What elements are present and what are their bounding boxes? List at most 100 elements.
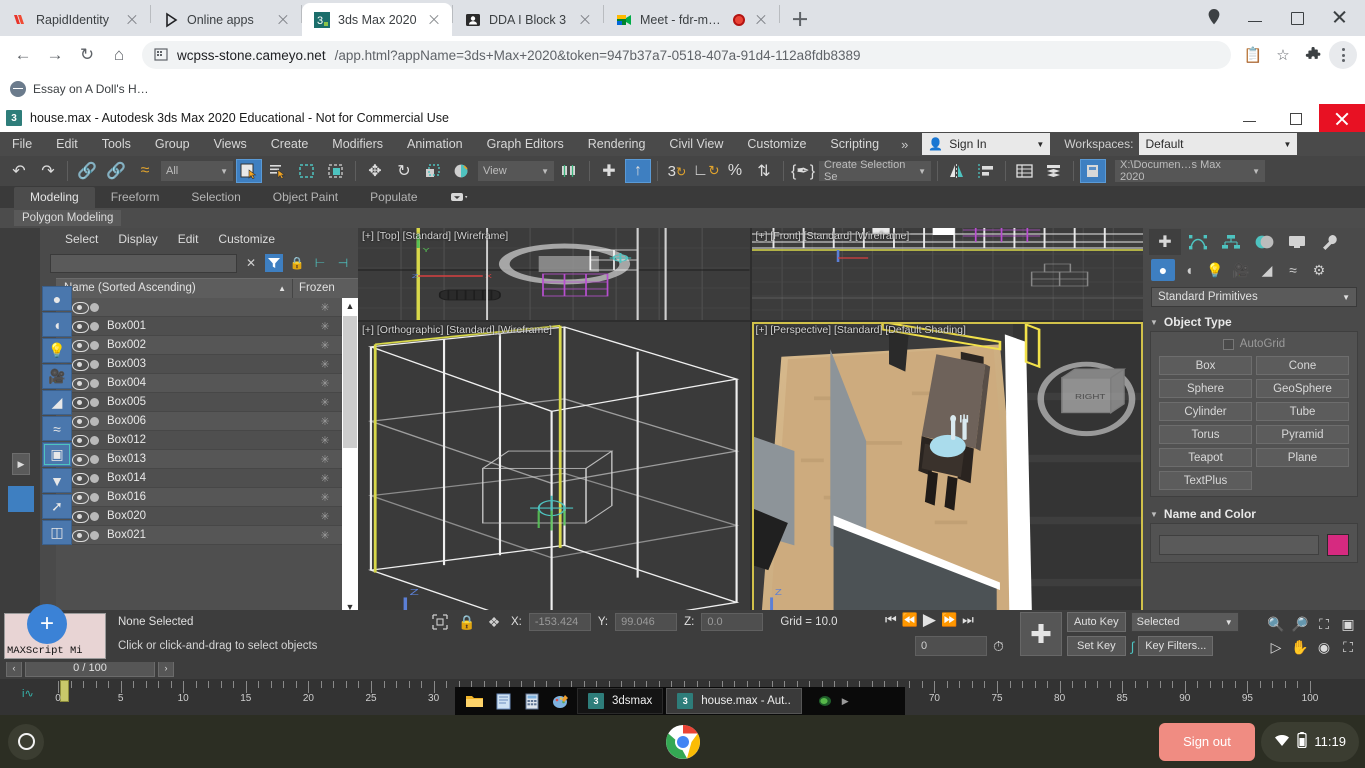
max-maximize-button[interactable]	[1273, 104, 1319, 132]
selection-filter-dropdown[interactable]: All ▼	[161, 161, 233, 181]
redo-icon[interactable]: ↷	[35, 159, 61, 183]
object-name-input[interactable]	[1159, 535, 1319, 555]
object-button-pyramid[interactable]: Pyramid	[1256, 425, 1349, 444]
object-marker-icon[interactable]	[90, 512, 99, 521]
percent-snap-angle-icon[interactable]: ∟↻	[693, 159, 719, 183]
object-marker-icon[interactable]	[90, 417, 99, 426]
zoom-all-icon[interactable]: 🔎	[1289, 614, 1311, 635]
taskbar-button-house-max[interactable]: 3 house.max - Aut..	[666, 688, 802, 714]
modify-tab[interactable]	[1182, 229, 1214, 255]
object-marker-icon[interactable]	[90, 303, 99, 312]
slate-material-editor-icon[interactable]	[1080, 159, 1106, 183]
object-button-box[interactable]: Box	[1159, 356, 1252, 375]
previous-frame-icon[interactable]: ⏪	[902, 612, 918, 628]
selection-lock-toggle-icon[interactable]	[430, 612, 450, 632]
use-center-icon[interactable]	[557, 159, 583, 183]
browser-close-button[interactable]	[1319, 2, 1359, 32]
undo-icon[interactable]: ↶	[6, 159, 32, 183]
column-header-name[interactable]: Name (Sorted Ascending)	[56, 279, 278, 298]
search-input[interactable]	[50, 254, 237, 273]
maxscript-mini-listener[interactable]: + MAXScript Mi	[4, 613, 106, 659]
spinner-snap-icon[interactable]: ⇅	[751, 159, 777, 183]
clear-search-icon[interactable]: ✕	[242, 254, 260, 272]
previous-frame-button[interactable]: ‹	[6, 660, 22, 677]
named-selection-set-input[interactable]: Create Selection Se ▼	[819, 161, 931, 181]
space-warps-filter-icon[interactable]: ≈	[42, 416, 72, 441]
visibility-eye-icon[interactable]	[72, 301, 87, 313]
geometry-category[interactable]: ●	[1151, 259, 1175, 281]
object-marker-icon[interactable]	[90, 455, 99, 464]
viewport-orthographic[interactable]: Z Y X [+] [Orthographic] [Standard] [Wir…	[358, 322, 750, 657]
object-marker-icon[interactable]	[90, 322, 99, 331]
zoom-icon[interactable]: 🔍	[1265, 614, 1287, 635]
table-row[interactable]: ─✳	[56, 298, 358, 317]
motion-tab[interactable]	[1248, 229, 1280, 255]
visibility-eye-icon[interactable]	[72, 396, 87, 408]
sign-in-dropdown[interactable]: 👤 Sign In ▼	[922, 133, 1050, 155]
explorer-menu-edit[interactable]: Edit	[169, 232, 208, 246]
table-row[interactable]: ─Box013✳	[56, 450, 358, 469]
object-color-swatch[interactable]	[1327, 534, 1349, 556]
folder-icon[interactable]	[461, 689, 487, 713]
utilities-tab[interactable]	[1314, 229, 1346, 255]
table-row[interactable]: ─Box006✳	[56, 412, 358, 431]
column-header-frozen[interactable]: Frozen	[292, 279, 358, 298]
lights-filter-icon[interactable]: 💡	[42, 338, 72, 363]
menu-tools[interactable]: Tools	[90, 132, 143, 156]
menu-animation[interactable]: Animation	[395, 132, 475, 156]
browser-tab-dda-block-3[interactable]: DDA I Block 3	[453, 3, 603, 36]
visibility-eye-icon[interactable]	[72, 491, 87, 503]
hierarchy-tab[interactable]	[1215, 229, 1247, 255]
menu-views[interactable]: Views	[202, 132, 259, 156]
object-button-tube[interactable]: Tube	[1256, 402, 1349, 421]
menu-graph-editors[interactable]: Graph Editors	[475, 132, 576, 156]
select-move-icon[interactable]: ✥	[362, 159, 388, 183]
maximize-viewport-icon[interactable]: ⛶	[1337, 637, 1359, 658]
display-tab[interactable]	[1281, 229, 1313, 255]
scrollbar-thumb[interactable]	[343, 316, 357, 448]
geometry-filter-icon[interactable]: ●	[42, 286, 72, 311]
align-icon[interactable]: ✚	[596, 159, 622, 183]
rectangular-region-icon[interactable]	[294, 159, 320, 183]
browser-menu-icon[interactable]	[1329, 41, 1357, 69]
object-button-textplus[interactable]: TextPlus	[1159, 471, 1252, 490]
back-icon[interactable]: ←	[8, 40, 38, 70]
browser-tab-3ds-max[interactable]: 3 3ds Max 2020	[302, 3, 452, 36]
rollout-header-name-and-color[interactable]: ▼ Name and Color	[1150, 505, 1358, 523]
object-marker-icon[interactable]	[90, 360, 99, 369]
launcher-icon[interactable]	[8, 724, 44, 760]
close-icon[interactable]	[577, 12, 593, 28]
reference-coord-dropdown[interactable]: View ▼	[478, 161, 554, 181]
placement-icon[interactable]	[449, 159, 475, 183]
table-row[interactable]: ─Box002✳	[56, 336, 358, 355]
browser-tab-rapididentity[interactable]: RapidIdentity	[0, 3, 150, 36]
viewport-perspective[interactable]: RIGHT Z Y X [+] [Perspective] [Standard]	[752, 322, 1144, 657]
browser-minimize-button[interactable]	[1235, 2, 1275, 32]
tray-overflow-icon[interactable]: ▶	[842, 696, 849, 707]
helpers-category[interactable]: ◢	[1255, 259, 1279, 281]
explorer-menu-display[interactable]: Display	[109, 232, 166, 246]
window-crossing-icon[interactable]	[323, 159, 349, 183]
unlink-icon[interactable]: 🔗	[103, 159, 129, 183]
bind-space-warp-icon[interactable]: ≈	[132, 159, 158, 183]
explorer-menu-customize[interactable]: Customize	[209, 232, 284, 246]
z-field[interactable]: 0.0	[701, 613, 763, 631]
ribbon-tab-modeling[interactable]: Modeling	[14, 187, 95, 208]
bookmark-item-essay[interactable]: Essay on A Doll's H…	[33, 82, 149, 96]
next-frame-icon[interactable]: ⏩	[941, 612, 957, 628]
ribbon-tab-selection[interactable]: Selection	[175, 187, 256, 208]
space-warps-category[interactable]: ≈	[1281, 259, 1305, 281]
scene-explorer-list[interactable]: ─✳─Box001✳─Box002✳─Box003✳─Box004✳─Box00…	[56, 298, 358, 615]
key-filters-button[interactable]: Key Filters...	[1138, 636, 1213, 656]
table-row[interactable]: ─Box001✳	[56, 317, 358, 336]
workspace-dropdown[interactable]: Default ▼	[1139, 133, 1297, 155]
object-marker-icon[interactable]	[90, 531, 99, 540]
table-row[interactable]: ─Box004✳	[56, 374, 358, 393]
x-field[interactable]: -153.424	[529, 613, 591, 631]
angle-snap-icon[interactable]: 3↻	[664, 159, 690, 183]
object-marker-icon[interactable]	[90, 493, 99, 502]
close-icon[interactable]	[753, 12, 769, 28]
cameras-category[interactable]: 🎥	[1229, 259, 1253, 281]
scroll-up-icon[interactable]: ▲	[342, 298, 358, 314]
paint-icon[interactable]	[548, 689, 574, 713]
